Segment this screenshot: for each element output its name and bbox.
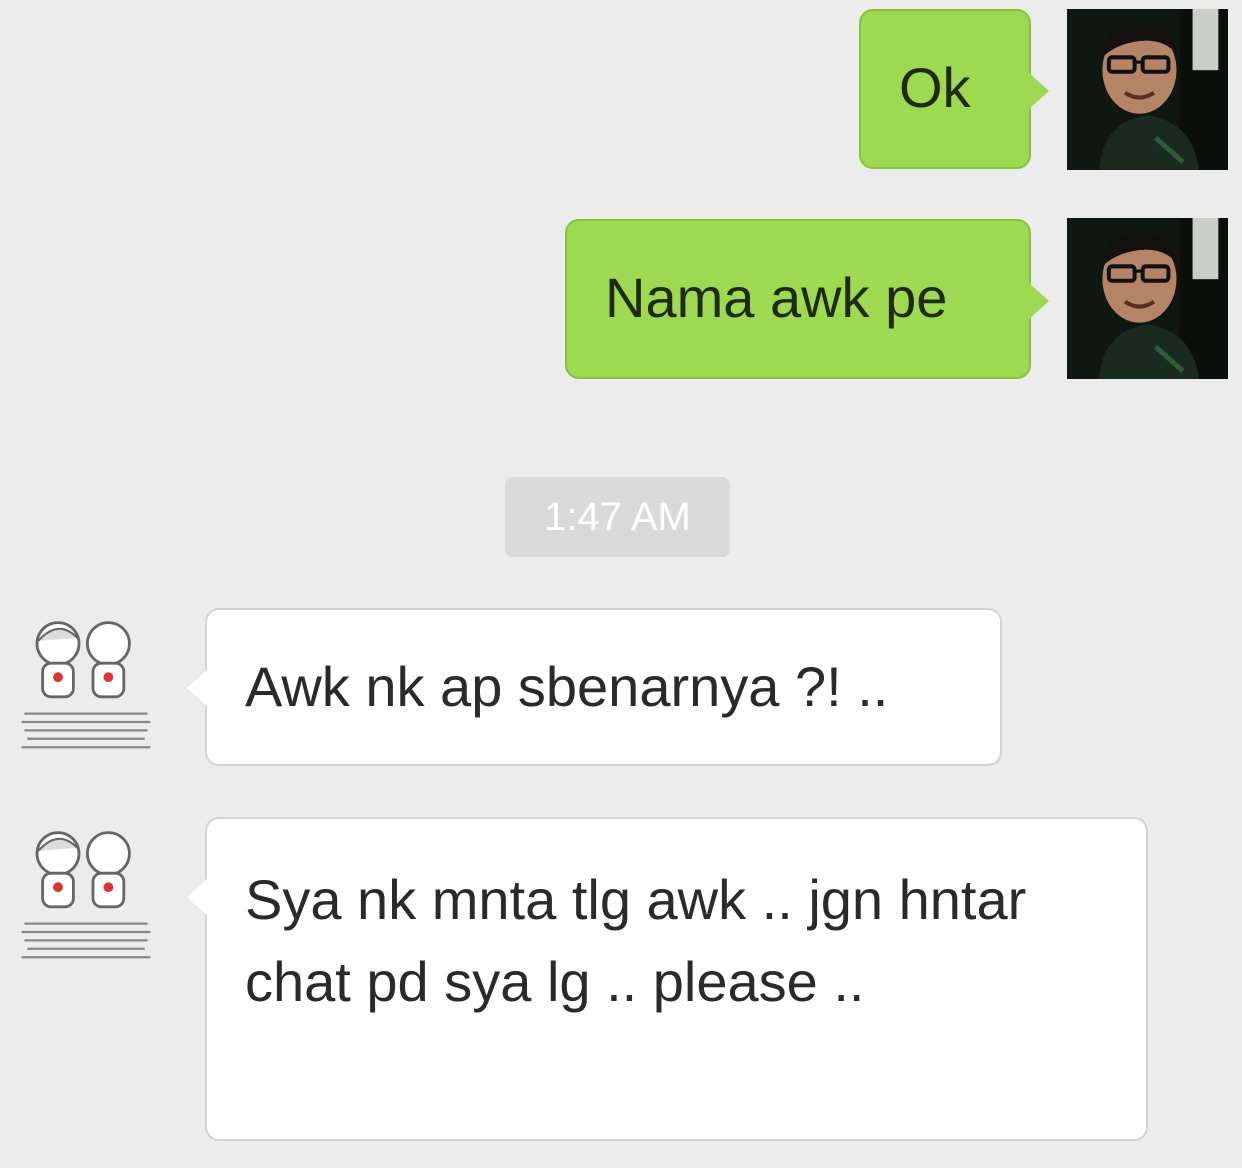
message-bubble-outgoing[interactable]: Ok <box>859 9 1049 169</box>
message-bubble-incoming[interactable]: Sya nk mnta tlg awk .. jgn hntar chat pd… <box>187 817 1148 1141</box>
message-text: Nama awk pe <box>605 266 948 329</box>
other-avatar[interactable] <box>16 612 156 762</box>
cartoon-couple-icon <box>16 822 156 972</box>
user-photo-icon <box>1067 9 1228 170</box>
cartoon-couple-icon <box>16 612 156 762</box>
my-avatar[interactable] <box>1067 218 1228 379</box>
message-bubble-incoming[interactable]: Awk nk ap sbenarnya ?! .. <box>187 608 1002 766</box>
timestamp-badge: 1:47 AM <box>505 477 730 557</box>
user-photo-icon <box>1067 218 1228 379</box>
my-avatar[interactable] <box>1067 9 1228 170</box>
message-text: Sya nk mnta tlg awk .. jgn hntar chat pd… <box>245 868 1027 1013</box>
message-text: Awk nk ap sbenarnya ?! .. <box>245 655 889 718</box>
message-text: Ok <box>899 56 971 119</box>
message-bubble-outgoing[interactable]: Nama awk pe <box>565 219 1049 379</box>
other-avatar[interactable] <box>16 822 156 972</box>
